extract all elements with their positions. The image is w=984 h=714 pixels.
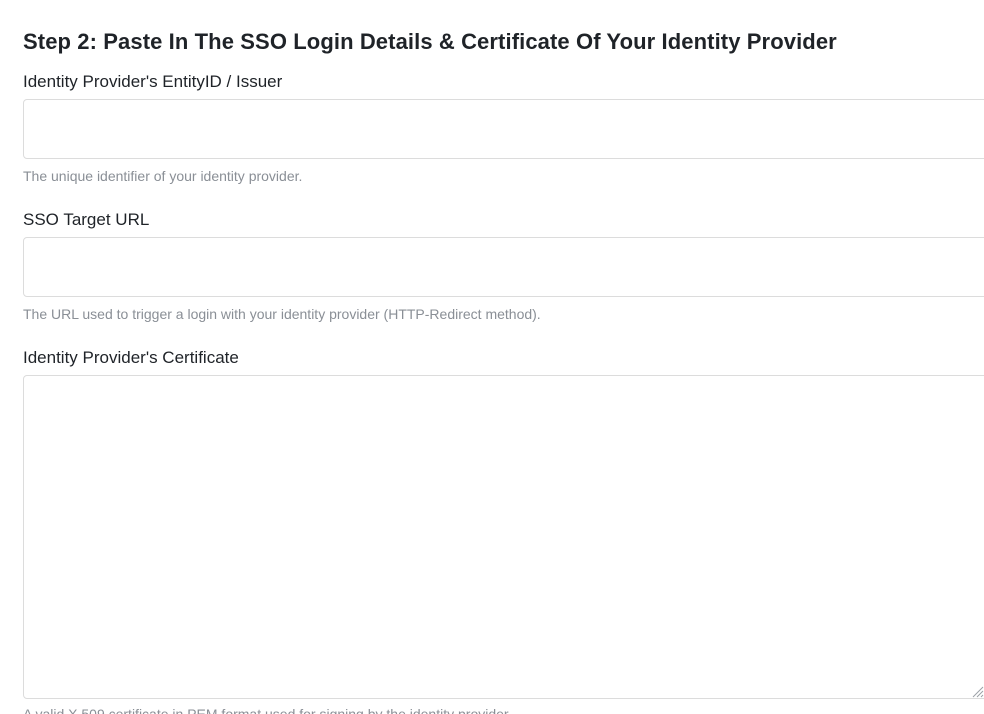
sso-url-help: The URL used to trigger a login with you…: [23, 306, 541, 322]
entity-id-input[interactable]: [23, 99, 984, 159]
resize-handle-icon[interactable]: [970, 684, 984, 698]
certificate-textarea[interactable]: [23, 375, 984, 699]
entity-id-label: Identity Provider's EntityID / Issuer: [23, 72, 283, 91]
sso-url-input[interactable]: [23, 237, 984, 297]
certificate-label: Identity Provider's Certificate: [23, 348, 239, 367]
sso-settings-page: Step 2: Paste In The SSO Login Details &…: [0, 0, 984, 714]
entity-id-help: The unique identifier of your identity p…: [23, 168, 303, 184]
certificate-help: A valid X.509 certificate in PEM format …: [23, 706, 512, 714]
sso-url-label: SSO Target URL: [23, 210, 150, 229]
step-title: Step 2: Paste In The SSO Login Details &…: [23, 29, 837, 54]
